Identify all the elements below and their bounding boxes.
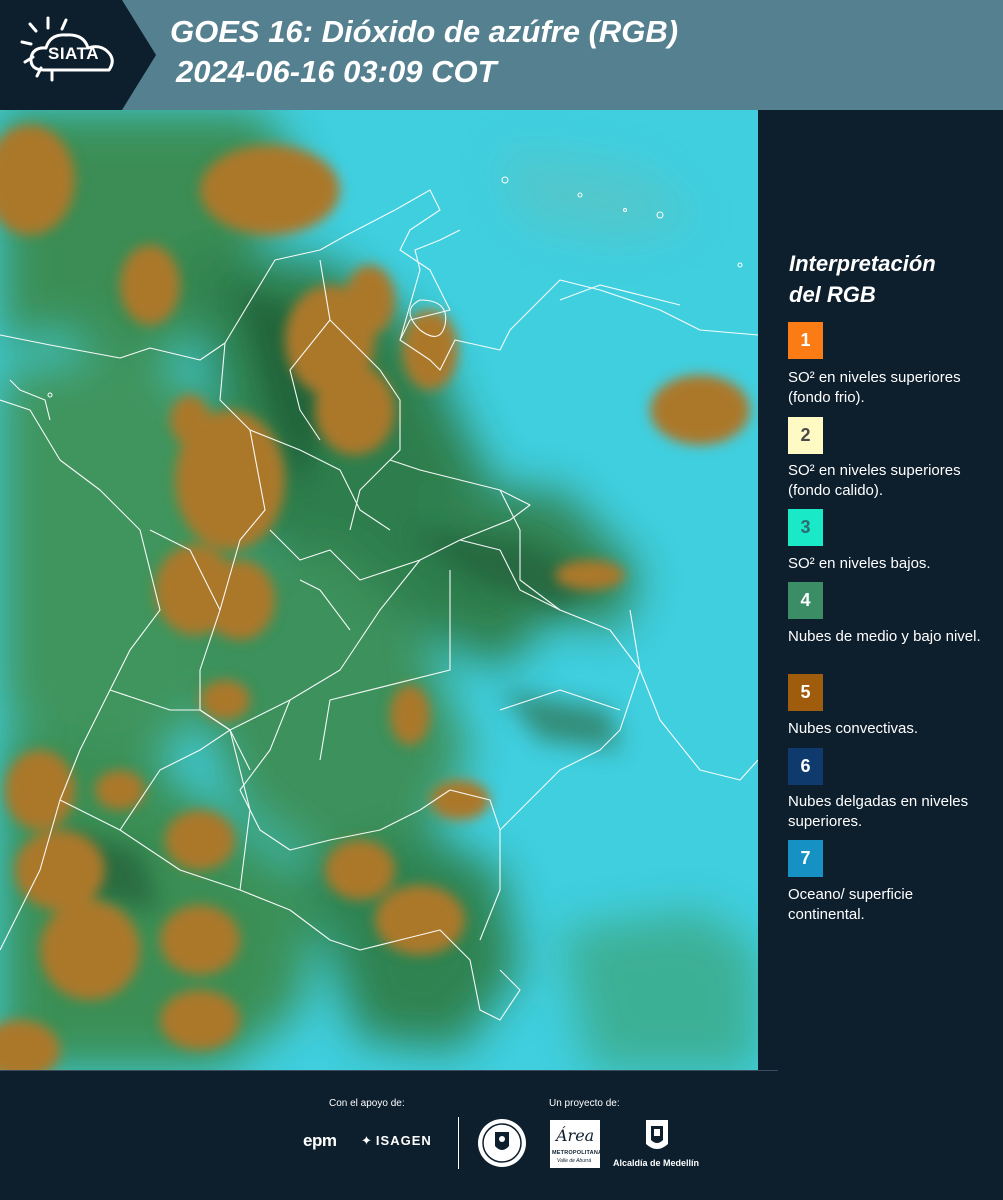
support-label: Con el apoyo de:	[329, 1098, 405, 1109]
footer-vertical-divider	[458, 1117, 459, 1169]
epm-logo-text: epm	[303, 1131, 337, 1150]
legend-number: 5	[800, 682, 811, 702]
legend-number: 3	[800, 517, 811, 537]
legend-swatch-1: 1	[788, 322, 823, 359]
area-metropolitana-logo[interactable]: Área METROPOLITANA Valle de Aburrá	[550, 1120, 603, 1168]
page-timestamp: 2024-06-16 03:09 COT	[176, 54, 497, 89]
project-label: Un proyecto de:	[549, 1098, 620, 1109]
header: SIATA GOES 16: Dióxido de azúfre (RGB) 2…	[0, 0, 1003, 110]
area-logo-sub1: METROPOLITANA	[552, 1150, 603, 1156]
siata-logo[interactable]: SIATA	[0, 0, 160, 110]
legend-swatch-2: 2	[788, 417, 823, 454]
legend-number: 2	[800, 425, 811, 445]
legend-title: Interpretación del RGB	[789, 248, 989, 310]
medellin-seal-icon[interactable]	[477, 1118, 527, 1168]
epm-logo[interactable]: epm	[303, 1131, 337, 1151]
logo-text: SIATA	[48, 44, 99, 63]
legend-title-line1: Interpretación	[789, 251, 936, 276]
footer-divider-line	[0, 1070, 778, 1071]
legend-swatch-6: 6	[788, 748, 823, 785]
legend-text-3: SO² en niveles bajos.	[788, 555, 931, 572]
satellite-map[interactable]	[0, 110, 758, 1070]
area-logo-word: Área	[556, 1126, 595, 1145]
legend-text-6: Nubes delgadas en niveles superiores.	[788, 793, 969, 830]
legend-swatch-7: 7	[788, 840, 823, 877]
legend-swatch-4: 4	[788, 582, 823, 619]
legend-text-7: Oceano/ superficie continental.	[788, 886, 914, 923]
alcaldia-label[interactable]: Alcaldía de Medellín	[613, 1158, 699, 1168]
legend-title-line2: del RGB	[789, 282, 876, 307]
legend-number: 1	[800, 330, 811, 350]
isagen-logo[interactable]: ✦ ISAGEN	[361, 1133, 432, 1149]
page-title: GOES 16: Dióxido de azúfre (RGB)	[170, 14, 679, 49]
legend-number: 4	[800, 590, 811, 610]
legend-text-2: SO² en niveles superiores (fondo calido)…	[788, 462, 961, 499]
alcaldia-shield-icon[interactable]	[644, 1118, 670, 1156]
footer: Con el apoyo de: Un proyecto de: epm ✦ IS…	[0, 1070, 1003, 1200]
legend-text-4: Nubes de medio y bajo nivel.	[788, 628, 981, 645]
legend-number: 7	[800, 848, 811, 868]
isagen-logo-text: ISAGEN	[375, 1133, 432, 1148]
satellite-image	[0, 110, 758, 1070]
legend-swatch-5: 5	[788, 674, 823, 711]
legend-number: 6	[800, 756, 811, 776]
area-logo-sub2: Valle de Aburrá	[557, 1158, 592, 1164]
legend-swatch-3: 3	[788, 509, 823, 546]
legend-text-5: Nubes convectivas.	[788, 720, 919, 737]
legend-text-1: SO² en niveles superiores (fondo frio).	[788, 369, 961, 406]
isagen-mark-icon: ✦	[361, 1133, 373, 1148]
